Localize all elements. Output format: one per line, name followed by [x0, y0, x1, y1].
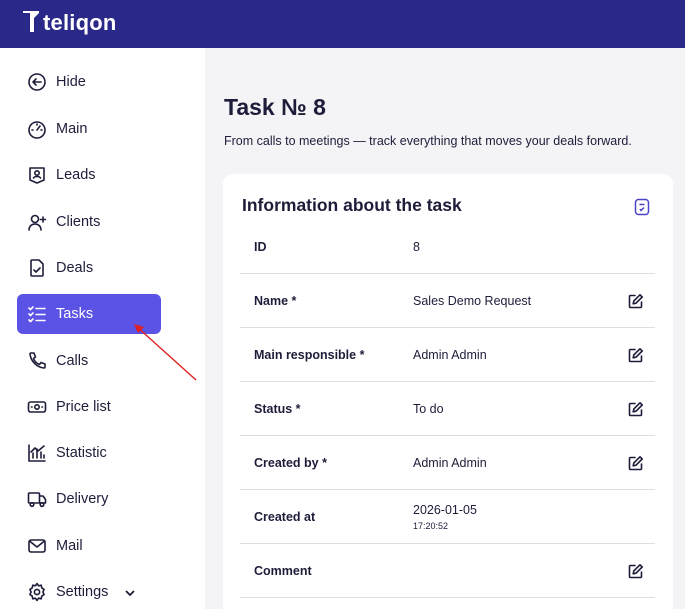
info-row-status: Status * To do [240, 382, 655, 436]
brand-name: teliqon [43, 10, 117, 35]
sidebar-item-clients[interactable]: Clients [17, 202, 161, 242]
info-row-created-at: Created at 2026-01-05 17:20:52 [240, 490, 655, 544]
card-title: Information about the task [242, 195, 462, 215]
info-row-main-responsible: Main responsible * Admin Admin [240, 328, 655, 382]
checklist-icon [27, 304, 47, 324]
sidebar-item-hide[interactable]: Hide [17, 62, 161, 102]
sidebar-item-label: Hide [56, 74, 86, 90]
created-date: 2026-01-05 [413, 503, 477, 517]
sidebar-item-label: Delivery [56, 491, 109, 507]
page-subtitle: From calls to meetings — track everythin… [224, 134, 632, 148]
sidebar-item-label: Mail [56, 538, 83, 554]
phone-icon [27, 351, 47, 371]
sidebar-item-label: Price list [56, 399, 111, 415]
sidebar-item-label: Calls [56, 353, 89, 369]
truck-icon [27, 489, 47, 509]
sidebar-item-label: Main [56, 121, 88, 137]
row-value: To do [413, 402, 444, 416]
main-content: Task № 8 From calls to meetings — track … [205, 48, 685, 609]
gauge-icon [27, 119, 47, 139]
top-bar: teliqon [0, 0, 685, 48]
info-row-name: Name * Sales Demo Request [240, 274, 655, 328]
row-value: 8 [413, 240, 420, 254]
row-key: Created at [254, 510, 316, 524]
info-row-comment: Comment [240, 544, 655, 598]
sidebar-item-leads[interactable]: Leads [17, 155, 161, 195]
row-value: Sales Demo Request [413, 294, 532, 308]
sidebar-item-delivery[interactable]: Delivery [17, 479, 161, 519]
sidebar-item-deals[interactable]: Deals [17, 248, 161, 288]
gear-icon [27, 582, 47, 602]
sidebar-item-label: Settings [56, 584, 109, 600]
teliqon-logo-icon [23, 11, 39, 32]
edit-icon[interactable] [627, 347, 644, 364]
row-value: 2026-01-05 17:20:52 [413, 490, 477, 544]
sidebar-item-label: Deals [56, 260, 94, 276]
chevron-down-icon[interactable] [124, 586, 136, 598]
sidebar-item-label: Tasks [56, 306, 94, 322]
brand-logo[interactable]: teliqon [22, 10, 117, 36]
sidebar-item-label: Statistic [56, 445, 107, 461]
user-plus-icon [27, 212, 47, 232]
row-value: Admin Admin [413, 348, 487, 362]
sidebar-item-price-list[interactable]: Price list [17, 387, 161, 427]
edit-icon[interactable] [627, 455, 644, 472]
row-value: Admin Admin [413, 456, 487, 470]
row-key: Comment [254, 564, 312, 578]
bar-chart-icon [27, 443, 47, 463]
sidebar-item-settings[interactable]: Settings [17, 572, 161, 609]
mail-icon [27, 536, 47, 556]
task-info-card: Information about the task ID 8 Name * S… [223, 174, 673, 609]
row-key: ID [254, 240, 267, 254]
edit-icon[interactable] [627, 563, 644, 580]
arrow-left-circle-icon [27, 72, 47, 92]
banknote-icon [27, 397, 47, 417]
info-row-created-by: Created by * Admin Admin [240, 436, 655, 490]
sidebar-item-label: Leads [56, 167, 96, 183]
row-key: Status * [254, 402, 301, 416]
lead-badge-icon [27, 165, 47, 185]
created-time: 17:20:52 [413, 521, 449, 531]
annotation-arrow-icon [134, 324, 197, 381]
calculator-icon[interactable] [634, 198, 650, 216]
row-key: Name * [254, 294, 297, 308]
sidebar-item-mail[interactable]: Mail [17, 526, 161, 566]
deal-document-icon [27, 258, 47, 278]
sidebar-item-label: Clients [56, 214, 101, 230]
page-title: Task № 8 [224, 94, 326, 120]
sidebar-item-statistic[interactable]: Statistic [17, 433, 161, 473]
edit-icon[interactable] [627, 401, 644, 418]
sidebar-item-main[interactable]: Main [17, 109, 161, 149]
edit-icon[interactable] [627, 293, 644, 310]
row-key: Main responsible * [254, 348, 365, 362]
info-row-id: ID 8 [240, 220, 655, 274]
row-key: Created by * [254, 456, 327, 470]
